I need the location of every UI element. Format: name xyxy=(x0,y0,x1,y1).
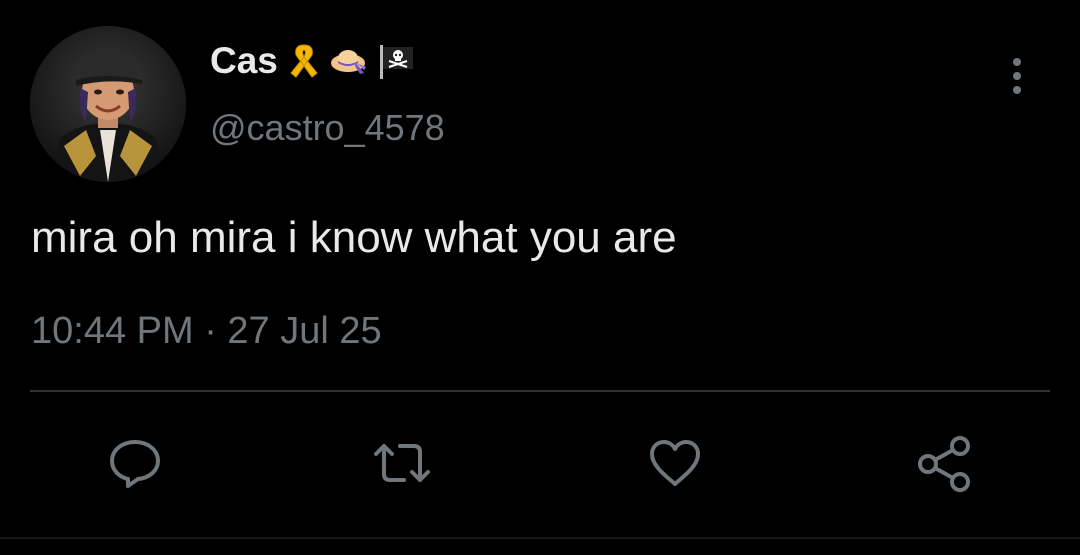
womans-hat-emoji xyxy=(330,41,370,81)
pirate-flag-emoji xyxy=(376,41,416,81)
vertical-ellipsis-icon xyxy=(1013,58,1021,94)
reply-icon xyxy=(110,440,160,488)
avatar[interactable] xyxy=(30,26,186,182)
reply-button[interactable] xyxy=(106,434,164,492)
display-name-text[interactable]: Cas xyxy=(210,40,278,82)
retweet-icon xyxy=(374,444,430,482)
divider xyxy=(30,390,1050,392)
author-display-name[interactable]: Cas xyxy=(210,40,416,82)
yellow-ribbon-emoji xyxy=(284,41,324,81)
retweet-button[interactable] xyxy=(370,434,430,492)
like-button[interactable] xyxy=(646,434,704,492)
tweet-timestamp[interactable]: 10:44 PM · 27 Jul 25 xyxy=(31,310,382,353)
share-button[interactable] xyxy=(914,434,972,492)
author-handle[interactable]: @castro_4578 xyxy=(210,107,445,149)
tweet-text: mira oh mira i know what you are xyxy=(31,213,677,262)
bottom-divider xyxy=(0,537,1080,539)
share-icon xyxy=(918,436,970,492)
more-options-button[interactable] xyxy=(1004,54,1030,98)
like-icon xyxy=(650,440,700,486)
